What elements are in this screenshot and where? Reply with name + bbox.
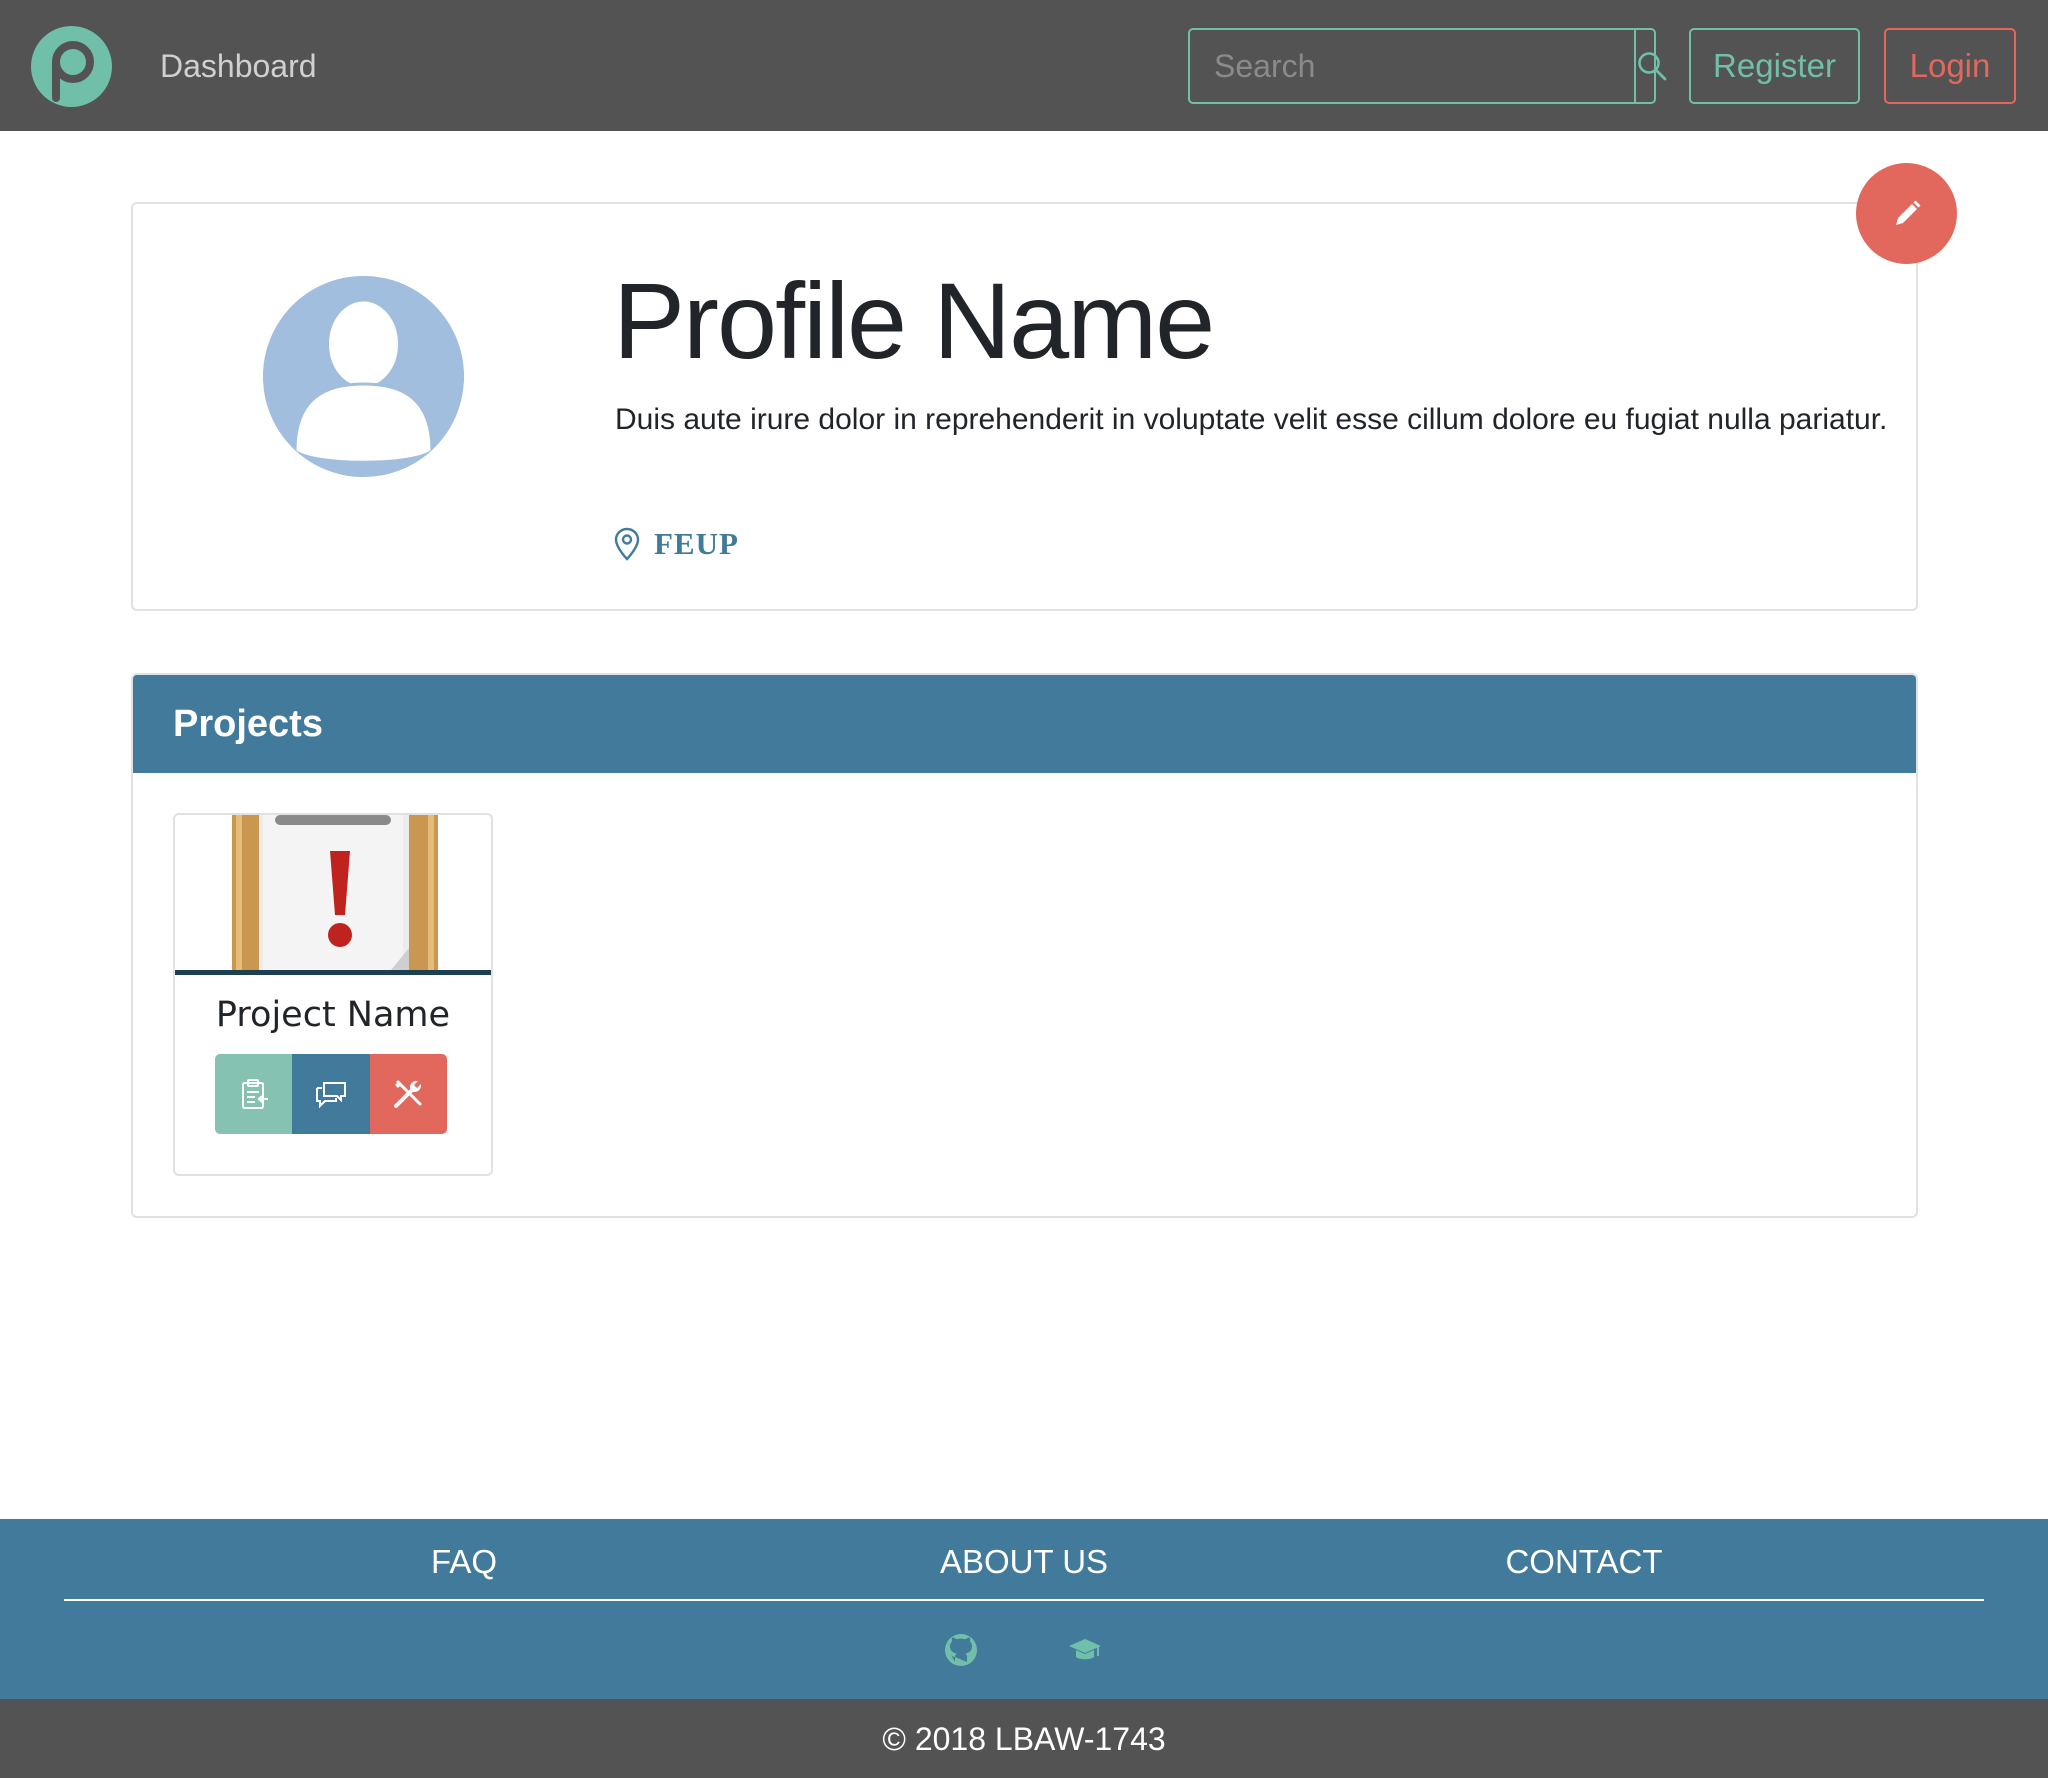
open-project-button[interactable]	[215, 1054, 293, 1134]
nav-dashboard-link[interactable]: Dashboard	[160, 46, 317, 86]
profile-card: Profile Name Duis aute irure dolor in re…	[131, 202, 1918, 611]
map-pin-icon	[614, 527, 640, 561]
profile-location: FEUP	[614, 526, 739, 562]
clipboard-alert-icon	[175, 815, 491, 975]
edit-profile-button[interactable]	[1856, 163, 1957, 264]
project-actions	[215, 1054, 447, 1134]
app-logo-icon[interactable]	[31, 26, 112, 107]
project-forum-button[interactable]	[292, 1054, 370, 1134]
projects-title: Projects	[173, 703, 323, 745]
chat-bubbles-icon	[314, 1077, 348, 1111]
profile-bio: Duis aute irure dolor in reprehenderit i…	[615, 403, 1888, 436]
pencil-icon	[1891, 198, 1923, 230]
github-icon[interactable]	[943, 1632, 979, 1668]
footer-link-faq[interactable]: FAQ	[431, 1542, 497, 1582]
projects-header: Projects	[133, 675, 1916, 773]
footer: FAQ ABOUT US CONTACT	[0, 1519, 2048, 1699]
top-navbar: Dashboard Register Login	[0, 0, 2048, 131]
user-avatar-icon	[263, 276, 464, 477]
search-icon	[1636, 50, 1668, 82]
copyright-bar: © 2018 LBAW-1743	[0, 1699, 2048, 1778]
login-button[interactable]: Login	[1884, 28, 2016, 104]
location-text: FEUP	[654, 526, 739, 561]
search-button[interactable]	[1634, 30, 1668, 102]
project-settings-button[interactable]	[369, 1054, 447, 1134]
copyright-text: © 2018 LBAW-1743	[882, 1721, 1166, 1757]
footer-link-contact[interactable]: CONTACT	[1505, 1542, 1662, 1582]
project-name: Project Name	[215, 995, 451, 1035]
clipboard-enter-icon	[237, 1077, 271, 1111]
projects-panel: Projects Project Name	[131, 673, 1918, 1218]
tools-icon	[391, 1077, 425, 1111]
search-input[interactable]	[1190, 30, 1634, 102]
footer-divider	[64, 1599, 1984, 1601]
graduation-cap-icon[interactable]	[1067, 1632, 1103, 1668]
footer-link-about-us[interactable]: ABOUT US	[940, 1542, 1108, 1582]
register-button[interactable]: Register	[1689, 28, 1860, 104]
project-card[interactable]: Project Name	[173, 813, 493, 1176]
search-form	[1188, 28, 1667, 104]
profile-name: Profile Name	[613, 260, 1215, 381]
